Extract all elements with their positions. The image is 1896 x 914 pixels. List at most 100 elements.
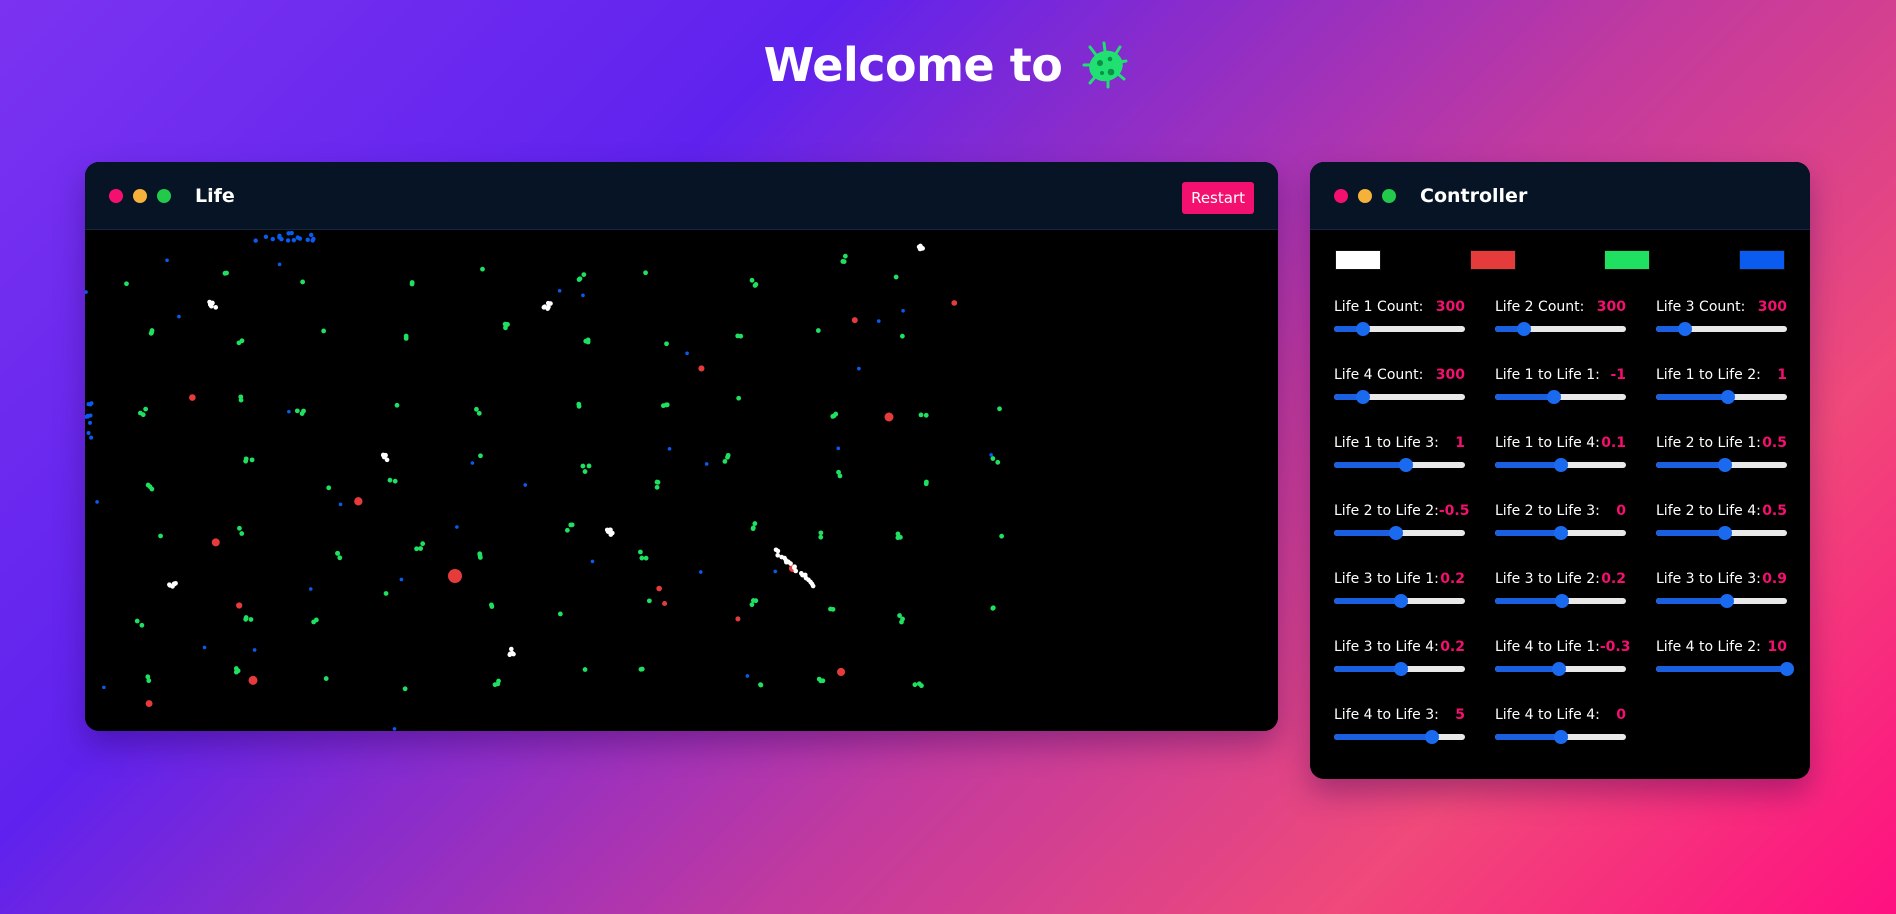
particle [478, 453, 483, 459]
maximize-window-dot[interactable] [157, 188, 171, 203]
life-3-color-swatch[interactable] [1604, 250, 1651, 270]
life-2-color-swatch[interactable] [1469, 250, 1516, 270]
control-slider[interactable] [1334, 662, 1465, 676]
particle [722, 459, 728, 464]
particle [291, 237, 297, 243]
control-value: 1 [1455, 435, 1465, 451]
particle [990, 605, 996, 611]
slider-thumb[interactable] [1389, 526, 1404, 540]
particle [263, 234, 269, 240]
particle [564, 527, 570, 533]
control-label: Life 1 Count: [1334, 299, 1424, 315]
slider-thumb[interactable] [1393, 594, 1408, 608]
control-slider[interactable] [1656, 594, 1787, 608]
particle [582, 667, 588, 672]
control-value: 0.2 [1440, 571, 1465, 587]
control-item: Life 1 to Life 2: 1 [1656, 367, 1787, 435]
particle [509, 646, 514, 652]
particle [277, 262, 282, 267]
slider-thumb[interactable] [1717, 458, 1732, 472]
control-slider[interactable] [1495, 458, 1626, 472]
restart-button[interactable]: Restart [1182, 182, 1254, 214]
particle [207, 299, 212, 305]
slider-thumb[interactable] [1516, 322, 1531, 336]
slider-thumb[interactable] [1720, 594, 1735, 608]
particle [643, 555, 649, 561]
control-slider[interactable] [1334, 322, 1465, 336]
control-slider[interactable] [1495, 730, 1626, 744]
control-slider[interactable] [1334, 730, 1465, 744]
slider-fill [1495, 734, 1561, 740]
particle [749, 277, 755, 283]
control-slider[interactable] [1334, 594, 1465, 608]
control-slider[interactable] [1656, 662, 1794, 676]
life-4-color-swatch[interactable] [1738, 250, 1785, 270]
control-slider[interactable] [1334, 390, 1465, 404]
particle [496, 678, 501, 684]
particle [476, 410, 482, 416]
control-slider[interactable] [1656, 390, 1787, 404]
particle [758, 682, 763, 688]
particle [884, 412, 894, 422]
slider-thumb[interactable] [1551, 662, 1566, 676]
particle [165, 258, 169, 263]
control-value: 10 [1767, 639, 1787, 655]
particle [477, 552, 483, 558]
particle [279, 236, 284, 242]
control-slider[interactable] [1495, 390, 1626, 404]
control-label: Life 3 to Life 2: [1495, 571, 1600, 587]
control-slider[interactable] [1656, 526, 1787, 540]
slider-thumb[interactable] [1553, 730, 1568, 744]
particle [582, 469, 588, 474]
particle [323, 676, 329, 681]
slider-thumb[interactable] [1554, 458, 1569, 472]
window-controls [1334, 188, 1396, 203]
slider-thumb[interactable] [1554, 594, 1569, 608]
slider-thumb[interactable] [1399, 458, 1414, 472]
life-simulation-canvas[interactable] [85, 231, 1278, 731]
control-slider[interactable] [1656, 458, 1787, 472]
slider-thumb[interactable] [1355, 322, 1370, 336]
particle [502, 321, 508, 327]
particle [793, 568, 799, 574]
slider-thumb[interactable] [1717, 526, 1732, 540]
particle [418, 546, 424, 551]
control-slider[interactable] [1334, 526, 1465, 540]
control-slider[interactable] [1495, 526, 1626, 540]
control-slider[interactable] [1495, 594, 1626, 608]
close-window-dot[interactable] [109, 188, 123, 203]
particle [402, 686, 408, 692]
control-label: Life 2 Count: [1495, 299, 1585, 315]
slider-thumb[interactable] [1355, 390, 1370, 404]
particle [837, 667, 846, 676]
control-slider[interactable] [1334, 458, 1465, 472]
slider-thumb[interactable] [1780, 662, 1794, 676]
particle [576, 403, 582, 409]
slider-thumb[interactable] [1425, 730, 1440, 744]
minimize-window-dot[interactable] [133, 188, 147, 203]
slider-thumb[interactable] [1393, 662, 1408, 676]
slider-thumb[interactable] [1546, 390, 1561, 404]
control-item: Life 1 to Life 3: 1 [1334, 435, 1465, 503]
slider-thumb[interactable] [1553, 526, 1568, 540]
maximize-window-dot[interactable] [1382, 188, 1396, 203]
control-label: Life 1 to Life 1: [1495, 367, 1600, 383]
control-slider[interactable] [1495, 322, 1626, 336]
slider-thumb[interactable] [1721, 390, 1736, 404]
particle [851, 317, 858, 324]
control-item: Life 4 Count: 300 [1334, 367, 1465, 435]
life-1-color-swatch[interactable] [1335, 250, 1381, 270]
slider-thumb[interactable] [1677, 322, 1692, 336]
minimize-window-dot[interactable] [1358, 188, 1372, 203]
particle [448, 569, 462, 583]
particle [85, 290, 88, 294]
particle [392, 727, 397, 731]
particle [313, 617, 319, 623]
close-window-dot[interactable] [1334, 188, 1348, 203]
control-slider[interactable] [1495, 662, 1626, 676]
control-header: Life 3 to Life 1: 0.2 [1334, 571, 1465, 589]
control-slider[interactable] [1656, 322, 1787, 336]
particle [145, 482, 151, 488]
particle [997, 406, 1002, 412]
control-value: 0.5 [1762, 503, 1787, 519]
